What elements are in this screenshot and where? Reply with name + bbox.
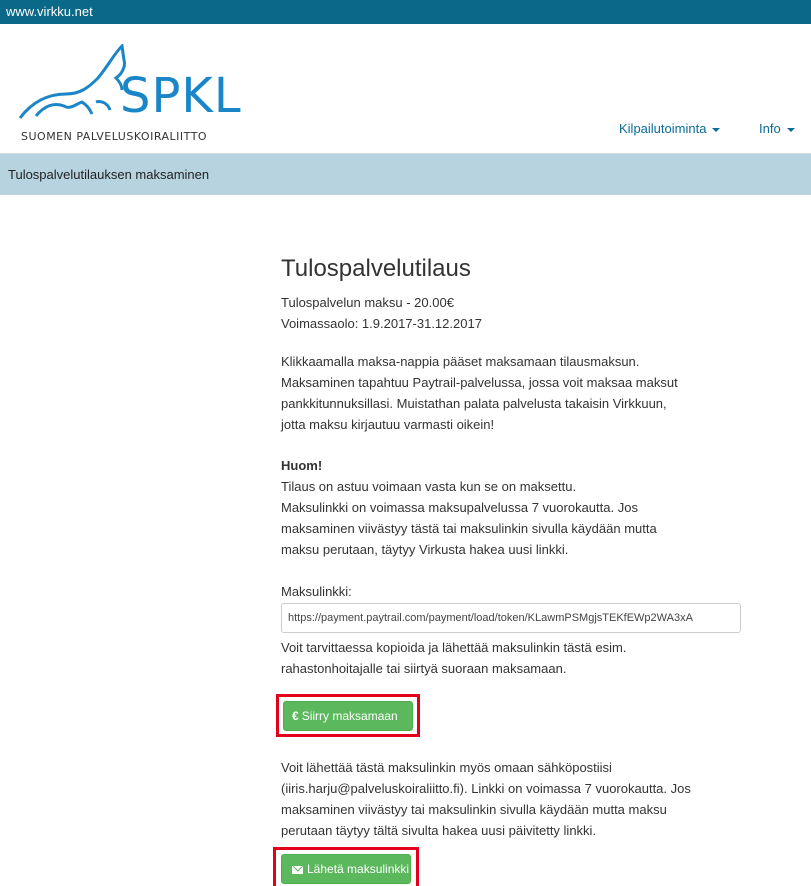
top-bar: www.virkku.net [0,0,811,24]
envelope-icon [292,866,303,874]
logo-wordmark: SPKL [120,68,242,124]
euro-icon: € [292,709,299,723]
send-button-label: Lähetä maksulinkki [307,862,410,876]
link-help-line: Voit tarvittaessa kopioida ja lähettää m… [281,640,627,655]
intro-line: Maksaminen tapahtuu Paytrail-palvelussa,… [281,375,678,390]
note-line: Tilaus on astuu voimaan vasta kun se on … [281,479,577,494]
intro-line: jotta maksu kirjautuu varmasti oikein! [281,417,495,432]
fee-info: Tulospalvelun maksu - 20.00€ Voimassaolo… [281,292,751,334]
intro-line: pankkitunnuksillasi. Muistathan palata p… [281,396,667,411]
page-title: Tulospalvelutilaus [281,255,471,282]
payment-link-field[interactable]: https://payment.paytrail.com/payment/loa… [281,603,741,633]
email-info-line: maksaminen viivästyy tai maksulinkin siv… [281,802,667,817]
note-line: maksu perutaan, täytyy Virkusta hakea uu… [281,542,569,557]
fee-text: Tulospalvelun maksu - 20.00€ [281,295,454,310]
intro-paragraph: Klikkaamalla maksa-nappia pääset maksama… [281,351,751,435]
pay-button[interactable]: € Siirry maksamaan [283,701,413,731]
nav-label: Kilpailutoiminta [619,121,707,136]
pay-button-label: Siirry maksamaan [301,709,398,723]
site-link[interactable]: www.virkku.net [6,4,93,19]
logo-subtitle: SUOMEN PALVELUSKOIRALIITTO [21,130,208,143]
email-info-line: (iiris.harju@palveluskoiraliitto.fi). Li… [281,781,691,796]
caret-down-icon [786,127,795,132]
send-link-button[interactable]: Lähetä maksulinkki [281,854,411,884]
email-info-line: perutaan täytyy tältä sivulta hakea uusi… [281,823,597,838]
note-heading: Huom! [281,458,323,473]
email-info-line: Voit lähettää tästä maksulinkin myös oma… [281,760,612,775]
email-info: Voit lähettää tästä maksulinkin myös oma… [281,757,751,841]
note-paragraph: Huom! Tilaus on astuu voimaan vasta kun … [281,455,751,560]
link-help-line: rahastonhoitajalle tai siirtyä suoraan m… [281,661,567,676]
breadcrumb-label: Tulospalvelutilauksen maksaminen [8,167,210,182]
nav-info[interactable]: Info [759,121,795,141]
nav-kilpailutoiminta[interactable]: Kilpailutoiminta [619,121,721,141]
link-help: Voit tarvittaessa kopioida ja lähettää m… [281,637,751,679]
link-label-wrap: Maksulinkki: [281,581,751,602]
caret-down-icon [712,127,721,132]
intro-line: Klikkaamalla maksa-nappia pääset maksama… [281,354,640,369]
note-line: maksaminen viivästyy tästä tai maksulink… [281,521,657,536]
link-label: Maksulinkki: [281,584,352,599]
nav-label: Info [759,121,781,136]
dog-silhouette-icon [18,44,126,119]
note-line: Maksulinkki on voimassa maksupalvelussa … [281,500,638,515]
spkl-logo[interactable]: SPKL SUOMEN PALVELUSKOIRALIITTO [18,44,268,148]
validity-text: Voimassaolo: 1.9.2017-31.12.2017 [281,316,482,331]
breadcrumb: Tulospalvelutilauksen maksaminen [0,153,811,195]
